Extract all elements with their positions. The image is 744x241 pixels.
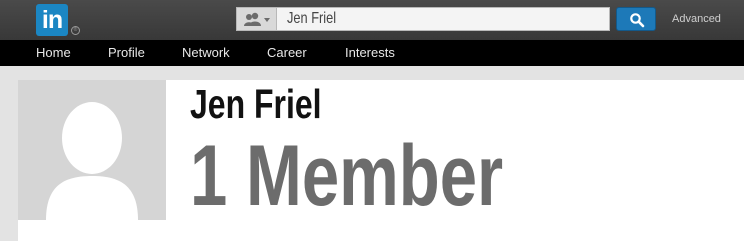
avatar[interactable]: [18, 80, 166, 220]
registered-mark: ®: [71, 26, 80, 35]
nav-item-profile[interactable]: Profile: [108, 45, 145, 60]
search-input-value: Jen Friel: [287, 10, 337, 27]
chevron-down-icon: [264, 18, 270, 22]
search-button[interactable]: [616, 7, 656, 31]
advanced-search-link[interactable]: Advanced: [672, 13, 721, 25]
nav-item-interests[interactable]: Interests: [345, 45, 395, 60]
search-input[interactable]: Jen Friel: [276, 7, 610, 31]
nav-item-home[interactable]: Home: [36, 45, 71, 60]
nav-bar: Home Profile Network Career Interests: [0, 40, 744, 66]
default-person-icon: [46, 102, 138, 220]
people-icon: [244, 12, 270, 26]
search-icon: [630, 13, 645, 28]
linkedin-logo[interactable]: in: [36, 4, 68, 36]
nav-item-network[interactable]: Network: [182, 45, 230, 60]
top-bar: in ® Jen Friel Advanced: [0, 0, 744, 40]
nav-item-career[interactable]: Career: [267, 45, 307, 60]
member-count: 1 Member: [190, 128, 504, 224]
search-type-dropdown[interactable]: [236, 7, 276, 31]
profile-name: Jen Friel: [190, 81, 322, 127]
